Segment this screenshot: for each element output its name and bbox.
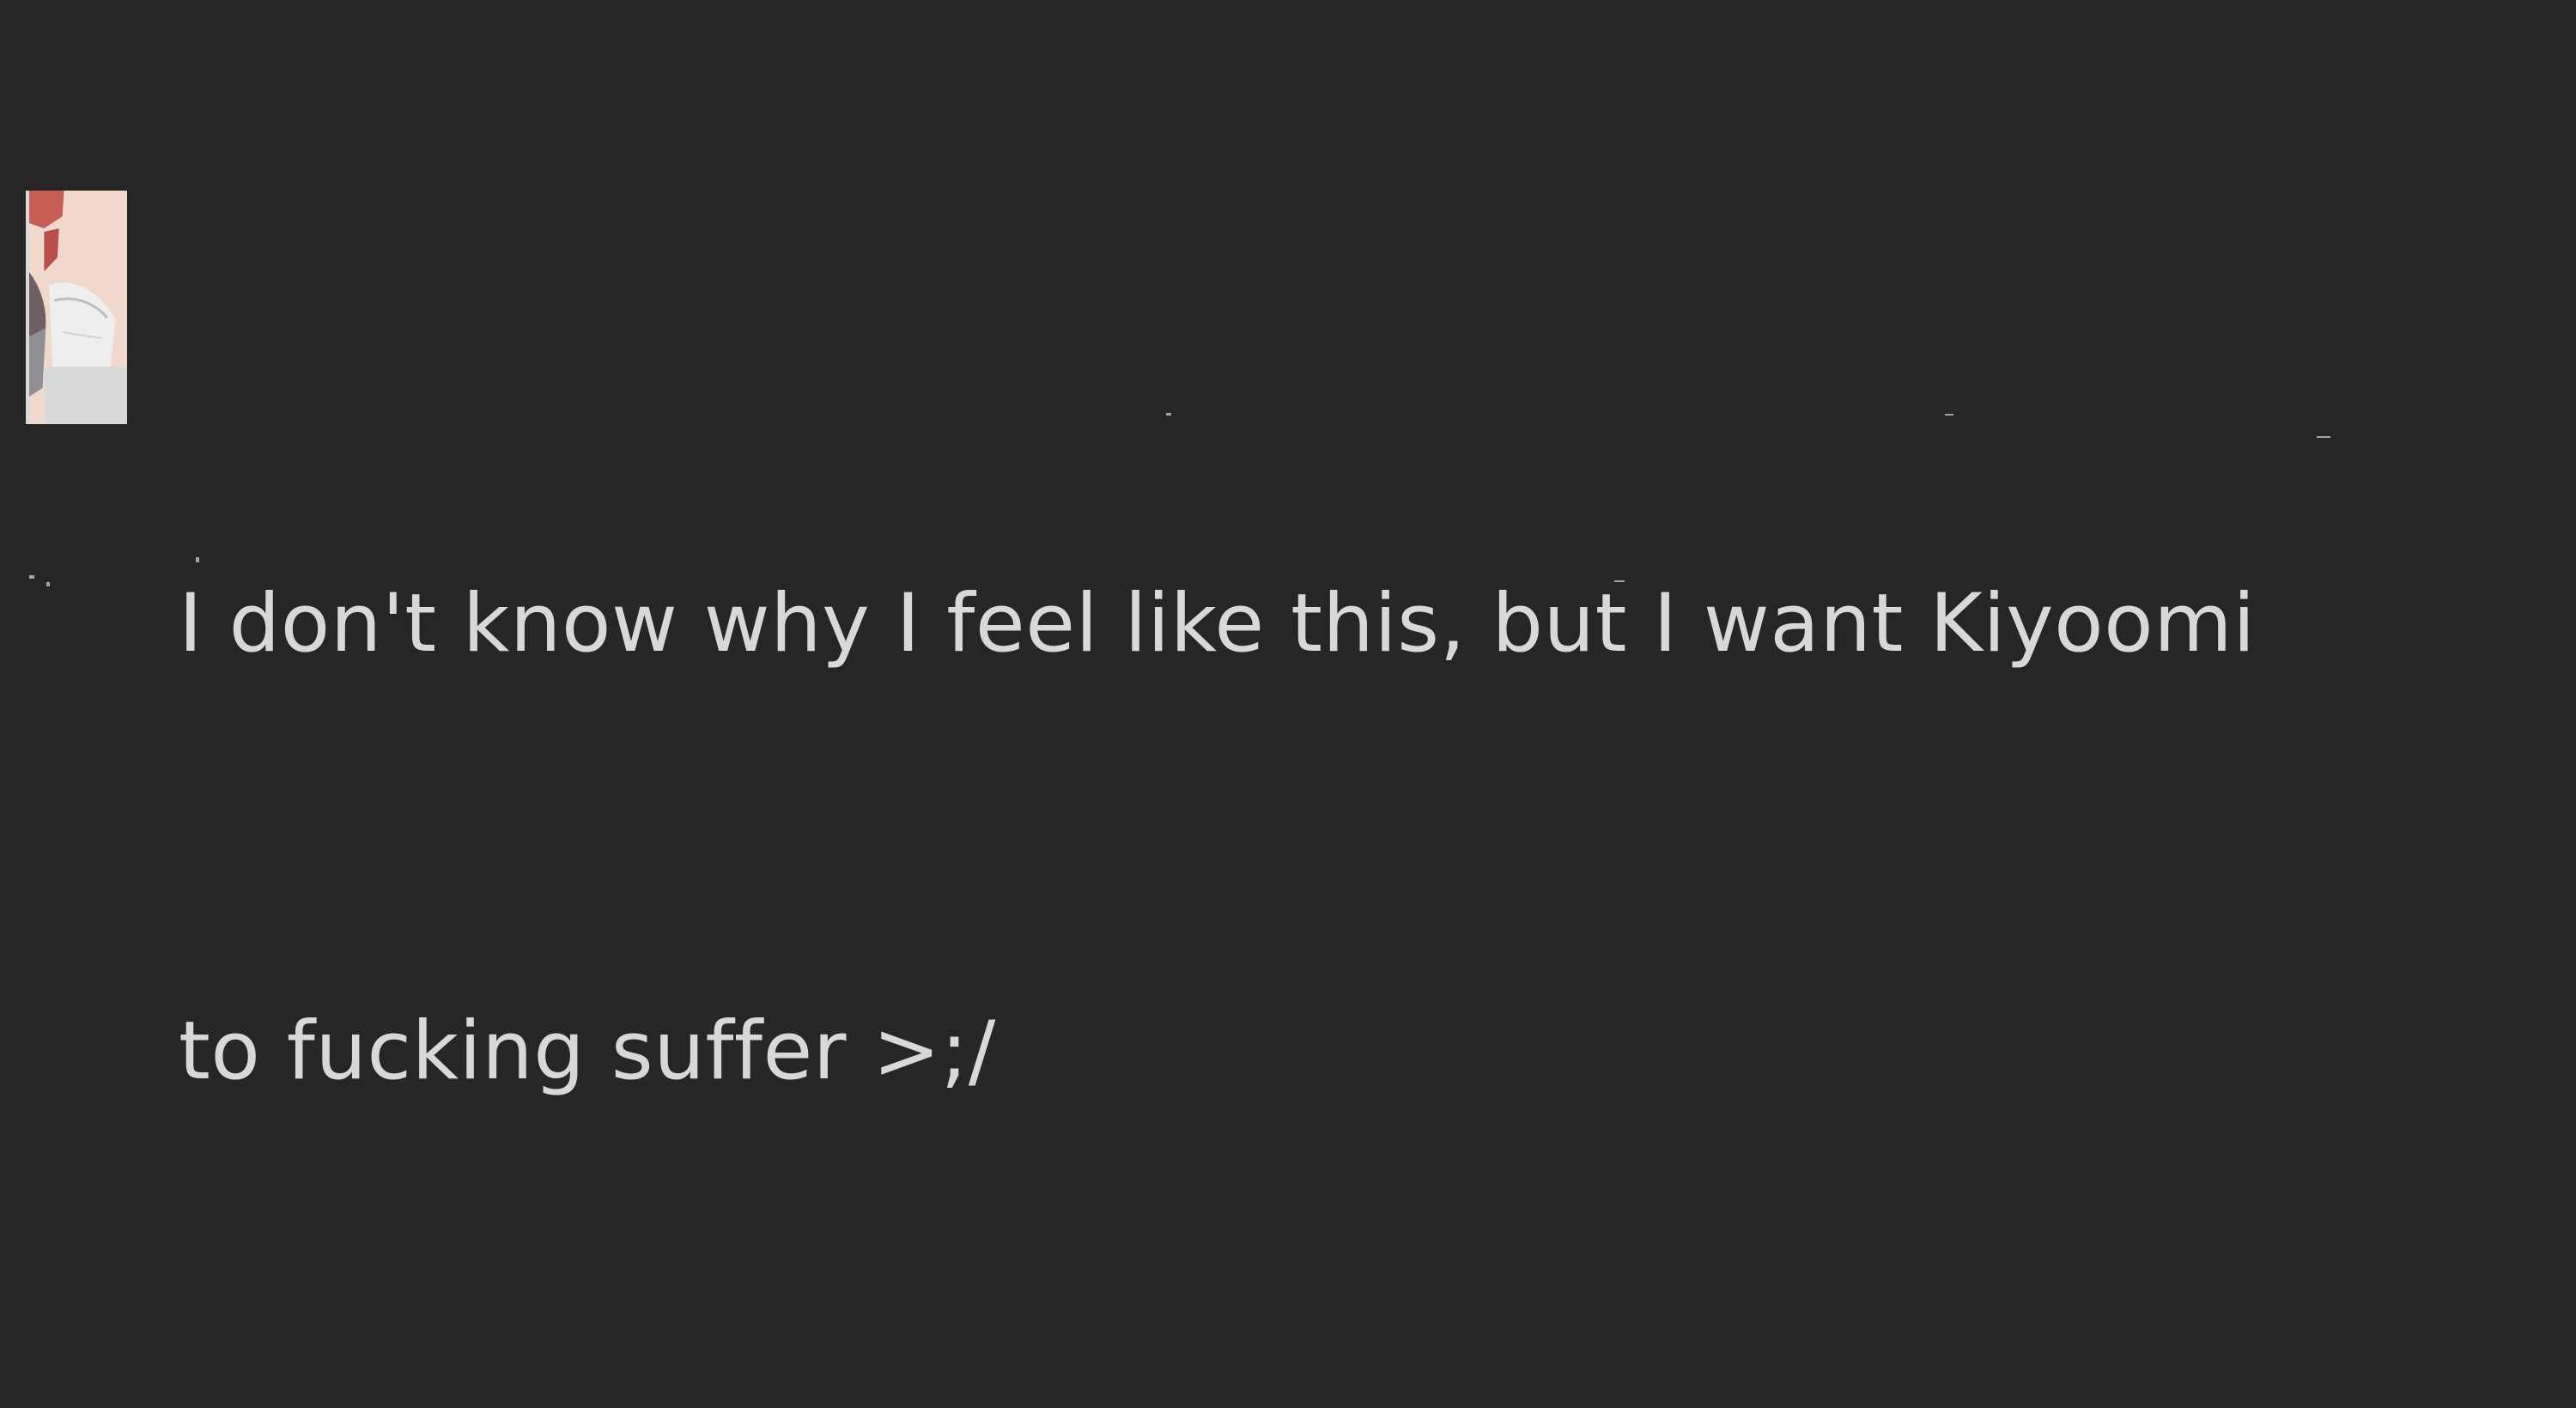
compression-artifact <box>196 557 199 562</box>
compression-artifact <box>1614 580 1625 582</box>
compression-artifact <box>1166 413 1171 416</box>
compression-artifact <box>2317 436 2330 438</box>
compression-artifact <box>29 575 34 579</box>
compression-artifact <box>46 582 50 586</box>
compression-artifact <box>1945 414 1953 416</box>
message-line-1: I don't know why I feel like this, but I… <box>179 577 2256 671</box>
chat-message: I don't know why I feel like this, but I… <box>0 0 2576 1098</box>
message-text: I don't know why I feel like this, but I… <box>179 268 2574 1408</box>
user-avatar-icon[interactable] <box>26 191 127 424</box>
message-line-2: to fucking suffer >;/ <box>179 1004 996 1098</box>
